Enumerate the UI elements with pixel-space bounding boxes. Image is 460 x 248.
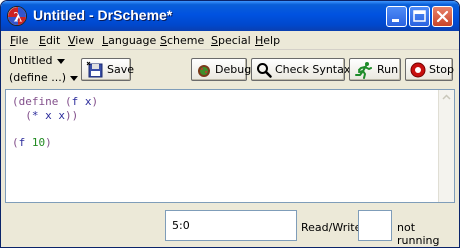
keyword-token: define — [18, 95, 59, 108]
cursor-position-field: 5:0 — [165, 210, 297, 241]
menu-scheme-mnemonic: S — [160, 34, 167, 47]
debug-button[interactable]: Debug — [191, 58, 251, 81]
status-blank-field — [358, 210, 392, 241]
file-selector-label: Untitled — [9, 54, 53, 67]
paren-token: ( — [12, 95, 19, 108]
identifier-token: x — [58, 108, 65, 122]
code-line: (* x x)) — [12, 109, 98, 123]
drscheme-window: λ Untitled - DrScheme* File Edit View La… — [0, 0, 460, 248]
run-button[interactable]: Run — [349, 58, 401, 81]
drscheme-logo-icon: λ — [7, 6, 27, 26]
minimize-button[interactable] — [386, 6, 407, 27]
read-write-mode: Read/Write — [301, 221, 362, 234]
menu-scheme[interactable]: Scheme — [160, 34, 204, 47]
maximize-icon — [413, 10, 426, 22]
code-line: (f 10) — [12, 136, 98, 150]
identifier-token: x — [84, 95, 92, 108]
menu-edit-label: dit — [45, 34, 61, 47]
save-disk-icon — [86, 61, 103, 78]
constant-token: 10 — [31, 135, 46, 149]
paren-token: ( — [65, 95, 72, 108]
paren-token: ( — [25, 108, 32, 122]
menu-bar: File Edit View Language Scheme Special H… — [1, 31, 459, 50]
status-bar: 5:0 Read/Write not running — [1, 204, 459, 247]
menu-language-label: anguage — [108, 34, 157, 47]
magnifier-icon — [257, 62, 272, 78]
menu-special[interactable]: Special — [211, 34, 251, 47]
menu-scheme-label: cheme — [166, 34, 205, 47]
menu-special-label: pecial — [217, 34, 251, 47]
save-button[interactable]: Save — [81, 58, 135, 81]
close-button[interactable] — [432, 6, 453, 27]
menu-edit[interactable]: Edit — [39, 34, 60, 47]
running-status: not running — [397, 221, 440, 247]
minimize-icon — [392, 19, 399, 22]
run-label: Run — [377, 63, 399, 76]
identifier-token: x — [45, 108, 52, 122]
stop-icon — [410, 62, 426, 77]
menu-language[interactable]: Language — [102, 34, 156, 47]
identifier-token: * — [31, 108, 39, 122]
chevron-down-icon — [70, 75, 78, 81]
definitions-editor[interactable]: (define (f x) (* x x)) (f 10) — [5, 89, 455, 203]
save-label: Save — [107, 63, 135, 76]
code-text[interactable]: (define (f x) (* x x)) (f 10) — [12, 95, 98, 149]
stop-button[interactable]: Stop — [405, 58, 455, 81]
paren-token: )) — [65, 108, 79, 122]
scroll-up-arrow-icon[interactable] — [440, 91, 453, 104]
toolbar: Untitled (define ...) Save Debug Check S… — [1, 50, 459, 88]
window-title: Untitled - DrScheme* — [33, 7, 173, 23]
title-bar[interactable]: λ Untitled - DrScheme* — [1, 1, 459, 31]
file-selector[interactable]: Untitled — [9, 54, 65, 67]
check-syntax-label: Check Syntax — [275, 63, 351, 76]
stop-label: Stop — [429, 63, 455, 76]
debug-bug-icon — [198, 64, 210, 77]
svg-text:λ: λ — [13, 11, 22, 26]
define-selector-label: (define ...) — [9, 71, 66, 84]
menu-edit-mnemonic: E — [39, 34, 46, 47]
vertical-scrollbar[interactable] — [438, 90, 454, 202]
maximize-button[interactable] — [409, 6, 430, 27]
menu-help[interactable]: Help — [255, 34, 280, 47]
indent-token — [12, 109, 25, 122]
running-man-icon — [355, 61, 372, 79]
menu-file[interactable]: File — [10, 34, 28, 47]
paren-token: ) — [45, 135, 52, 149]
chevron-down-icon — [56, 58, 65, 64]
menu-view[interactable]: View — [68, 34, 94, 47]
menu-special-mnemonic: S — [211, 34, 218, 47]
check-syntax-button[interactable]: Check Syntax — [251, 58, 350, 81]
close-icon — [436, 10, 449, 23]
menu-file-label: ile — [15, 34, 29, 47]
menu-help-label: elp — [263, 34, 281, 47]
menu-view-label: iew — [75, 34, 95, 47]
code-line: (define (f x) — [12, 95, 98, 109]
paren-token: ) — [91, 95, 99, 108]
define-selector[interactable]: (define ...) — [9, 71, 78, 84]
debug-label: Debug — [215, 63, 252, 76]
paren-token: ( — [12, 135, 19, 149]
